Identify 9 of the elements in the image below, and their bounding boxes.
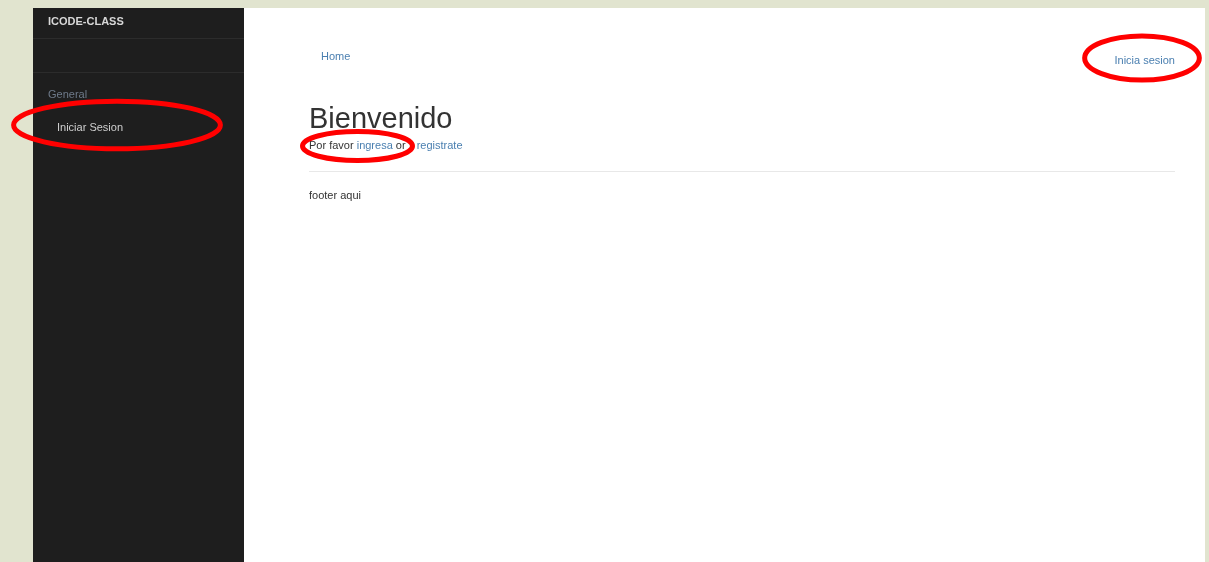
login-link[interactable]: Inicia sesion [1114, 54, 1175, 66]
intro-text: Por favor ingresa or registrate [309, 139, 464, 151]
home-link[interactable]: Home [321, 51, 351, 67]
text-link[interactable]: ingresa [356, 139, 393, 151]
text-link[interactable]: registrate [416, 139, 463, 151]
page-heading: Bienvenido [309, 102, 454, 135]
sidebar-item[interactable]: Iniciar Sesion [57, 121, 124, 133]
section-label: General [47, 87, 89, 100]
footer-text: footer aqui [309, 189, 362, 201]
